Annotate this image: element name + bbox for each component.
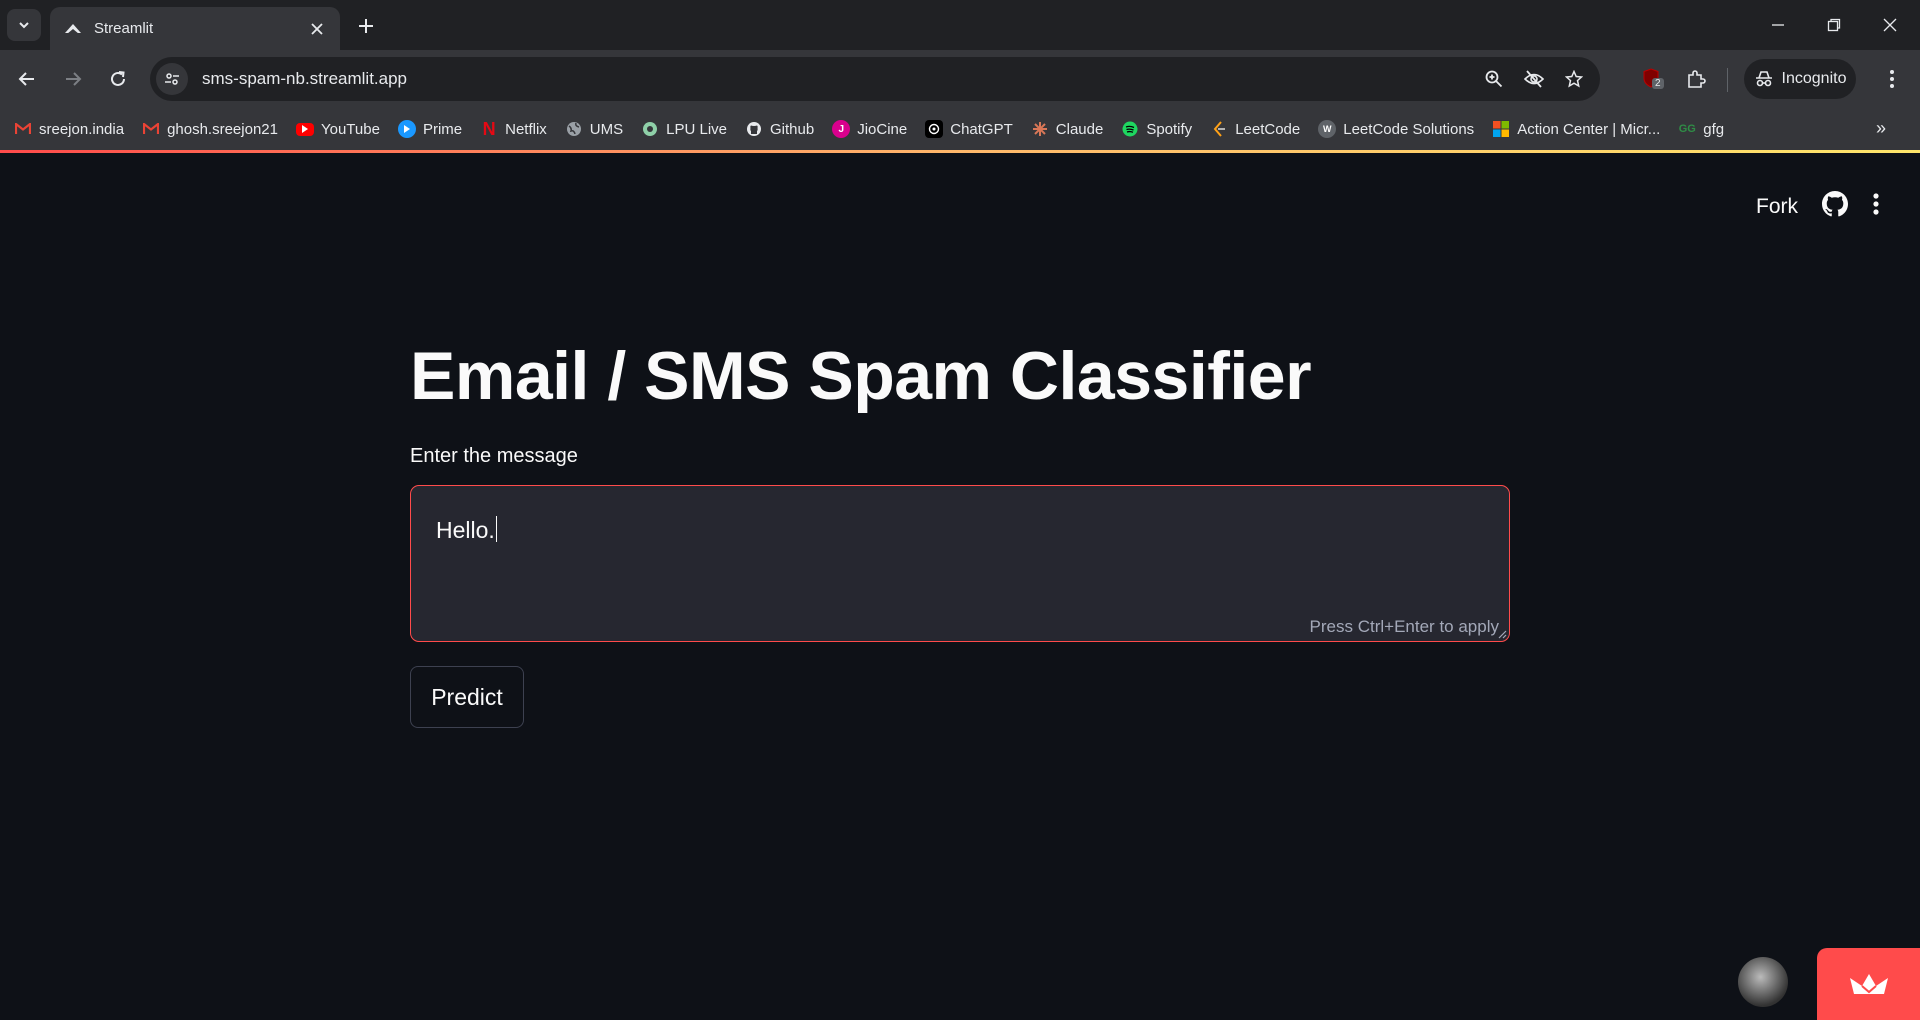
back-button[interactable] [9, 61, 45, 97]
walkccc-icon: W [1318, 120, 1337, 138]
leetcode-icon [1210, 120, 1228, 138]
plus-icon [359, 19, 373, 33]
github-icon [745, 120, 763, 138]
incognito-badge[interactable]: Incognito [1744, 59, 1856, 99]
forward-button[interactable] [55, 61, 91, 97]
bookmark-item[interactable]: ChatGPT [925, 120, 1013, 138]
prime-icon [397, 120, 416, 138]
bookmark-item[interactable]: Spotify [1121, 120, 1192, 138]
bookmark-item[interactable]: Prime [397, 120, 462, 138]
bookmark-item[interactable]: LPU Live [641, 120, 727, 138]
extension-badge: 2 [1652, 78, 1664, 89]
predict-button[interactable]: Predict [410, 666, 524, 728]
chat-icon [641, 120, 659, 138]
url-text: sms-spam-nb.streamlit.app [202, 69, 408, 88]
bookmark-item[interactable]: Action Center | Micr... [1492, 120, 1660, 138]
tab-strip: Streamlit [0, 0, 1920, 50]
gmail-icon [14, 120, 32, 138]
close-icon [1883, 18, 1897, 32]
streamlit-app: Fork Email / SMS Spam Classifier Enter t… [0, 153, 1920, 1020]
incognito-label: Incognito [1781, 70, 1847, 87]
browser-toolbar: sms-spam-nb.streamlit.app 2 Incognito [0, 50, 1920, 108]
minimize-icon [1772, 24, 1784, 26]
fork-button[interactable]: Fork [1756, 195, 1798, 219]
bookmarks-bar: sreejon.india ghosh.sreejon21 YouTube Pr… [0, 108, 1920, 150]
chevron-down-icon [19, 22, 29, 29]
bookmark-item[interactable]: N Netflix [480, 118, 547, 139]
chatgpt-icon [925, 120, 944, 138]
star-icon[interactable] [1554, 59, 1594, 99]
app-header-actions: Fork [1756, 191, 1880, 222]
resize-handle-icon[interactable] [1497, 629, 1507, 639]
bookmark-item[interactable]: YouTube [295, 121, 380, 138]
app-menu-icon[interactable] [1872, 192, 1880, 221]
more-vertical-icon [1890, 70, 1894, 88]
minimize-button[interactable] [1750, 0, 1806, 50]
message-textarea[interactable]: Hello. Press Ctrl+Enter to apply [410, 485, 1510, 642]
puzzle-icon [1688, 70, 1706, 88]
arrow-left-icon [18, 72, 34, 86]
text-caret [495, 516, 497, 542]
bookmark-item[interactable]: LeetCode [1210, 120, 1300, 138]
extensions-button[interactable] [1678, 61, 1714, 97]
new-tab-button[interactable] [352, 12, 380, 40]
reload-button[interactable] [100, 61, 136, 97]
message-input-label: Enter the message [410, 445, 578, 467]
zoom-icon[interactable] [1474, 59, 1514, 99]
netflix-icon: N [482, 118, 496, 139]
avatar[interactable] [1738, 957, 1788, 1007]
streamlit-logo-icon [1849, 974, 1888, 994]
microsoft-icon [1492, 120, 1510, 138]
globe-icon [565, 120, 583, 138]
streamlit-badge[interactable] [1817, 948, 1920, 1020]
site-info-icon[interactable] [156, 63, 188, 95]
browser-menu-button[interactable] [1874, 61, 1910, 97]
textarea-value: Hello. [436, 516, 497, 543]
close-window-button[interactable] [1862, 0, 1918, 50]
toolbar-separator [1727, 68, 1728, 92]
gmail-icon [142, 120, 160, 138]
bookmarks-overflow-icon[interactable]: » [1876, 118, 1886, 139]
eye-off-icon[interactable] [1514, 59, 1554, 99]
streamlit-icon [64, 20, 82, 38]
spotify-icon [1121, 120, 1139, 138]
reload-icon [111, 71, 125, 86]
restore-button[interactable] [1806, 0, 1862, 50]
restore-icon [1827, 18, 1841, 32]
github-icon[interactable] [1822, 191, 1848, 222]
bookmark-item[interactable]: GG gfg [1678, 120, 1724, 138]
browser-tab[interactable]: Streamlit [50, 7, 340, 50]
bookmark-item[interactable]: sreejon.india [14, 120, 124, 138]
gfg-icon: GG [1678, 123, 1696, 135]
arrow-right-icon [66, 72, 82, 86]
ublock-extension-button[interactable]: 2 [1634, 61, 1670, 97]
tab-search-button[interactable] [7, 9, 41, 41]
close-tab-icon[interactable] [306, 18, 328, 40]
bookmark-item[interactable]: Claude [1031, 120, 1103, 138]
input-hint: Press Ctrl+Enter to apply [1309, 617, 1499, 636]
page-title: Email / SMS Spam Classifier [410, 338, 1312, 414]
youtube-icon [295, 122, 314, 136]
jiocine-icon: J [832, 120, 851, 138]
tab-title: Streamlit [94, 20, 154, 37]
bookmark-item[interactable]: W LeetCode Solutions [1318, 120, 1474, 138]
ublock-icon: 2 [1642, 68, 1664, 90]
address-bar[interactable]: sms-spam-nb.streamlit.app [150, 57, 1600, 101]
bookmark-item[interactable]: ghosh.sreejon21 [142, 120, 278, 138]
bookmark-item[interactable]: UMS [565, 120, 623, 138]
bookmark-item[interactable]: Github [745, 120, 814, 138]
incognito-icon [1755, 71, 1772, 87]
bookmark-item[interactable]: J JioCine [832, 120, 907, 138]
claude-icon [1031, 120, 1049, 138]
